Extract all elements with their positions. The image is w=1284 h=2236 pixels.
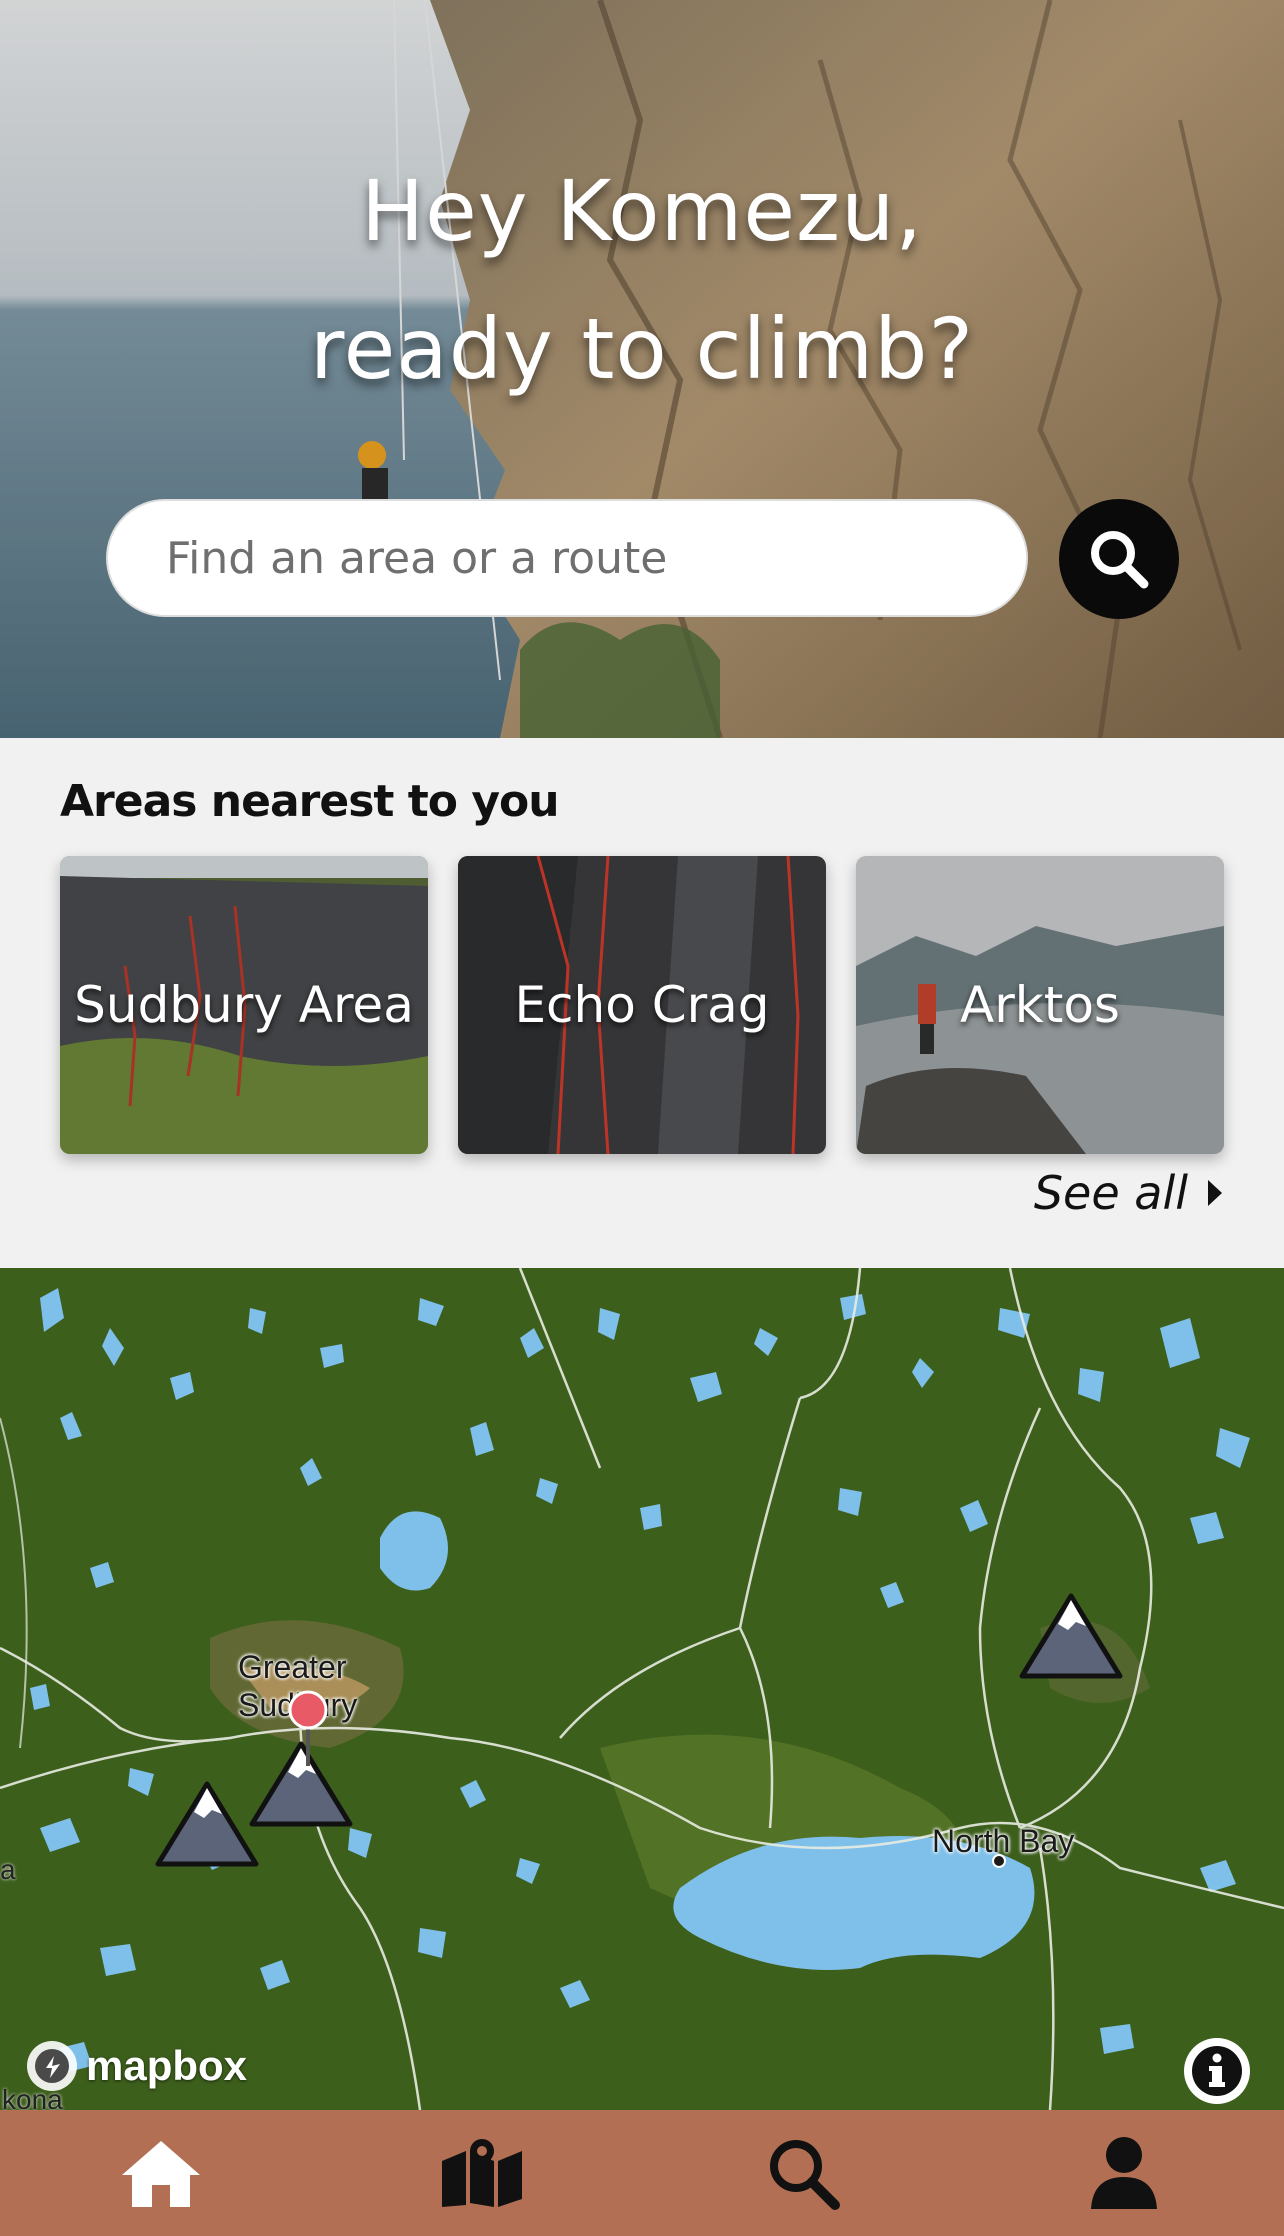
area-name: Echo Crag (514, 976, 770, 1034)
map-info-button[interactable] (1184, 2038, 1250, 2104)
hero-banner: Hey Komezu, ready to climb? (0, 0, 1284, 738)
search-field[interactable] (106, 499, 1028, 617)
home-icon (121, 2141, 200, 2207)
search-input[interactable] (166, 532, 986, 584)
mountain-marker-icon[interactable] (154, 1780, 260, 1868)
tab-profile[interactable] (1049, 2110, 1199, 2236)
map-label-edge: a (0, 1854, 16, 1885)
search-button[interactable] (1059, 499, 1179, 619)
tab-search[interactable] (728, 2110, 878, 2236)
map-canvas (0, 1268, 1284, 2110)
area-card-echo-crag[interactable]: Echo Crag (458, 856, 826, 1154)
info-icon (1192, 2046, 1242, 2096)
see-all-link[interactable]: See all (1034, 1166, 1224, 1220)
tab-home[interactable] (86, 2110, 236, 2236)
section-title: Areas nearest to you (60, 776, 560, 827)
area-name: Sudbury Area (74, 976, 414, 1034)
caret-right-icon (1208, 1180, 1222, 1206)
greeting-line-1: Hey Komezu, (360, 162, 924, 260)
mapbox-attribution: mapbox (86, 2042, 248, 2089)
see-all-label: See all (1033, 1166, 1188, 1220)
area-map[interactable]: Greater Sudbury North Bay a kona mapbox (0, 1268, 1284, 2110)
city-dot-icon (992, 1854, 1006, 1868)
mapbox-logo-icon (27, 2041, 77, 2091)
tab-map[interactable] (407, 2110, 557, 2236)
mountain-marker-icon[interactable] (1018, 1592, 1124, 1680)
bottom-tab-bar (0, 2110, 1284, 2236)
nearest-areas-section: Areas nearest to you Sudbury Area Echo C… (0, 738, 1284, 1268)
search-icon (769, 2140, 840, 2210)
location-pin-icon[interactable] (286, 1688, 330, 1768)
map-icon (441, 2139, 522, 2207)
profile-icon (1090, 2137, 1157, 2209)
search-icon (1091, 531, 1149, 589)
area-card-sudbury[interactable]: Sudbury Area (60, 856, 428, 1154)
greeting-line-2: ready to climb? (309, 300, 975, 398)
area-name: Arktos (960, 976, 1120, 1034)
area-card-arktos[interactable]: Arktos (856, 856, 1224, 1154)
mapbox-logo[interactable]: mapbox (24, 2038, 247, 2094)
